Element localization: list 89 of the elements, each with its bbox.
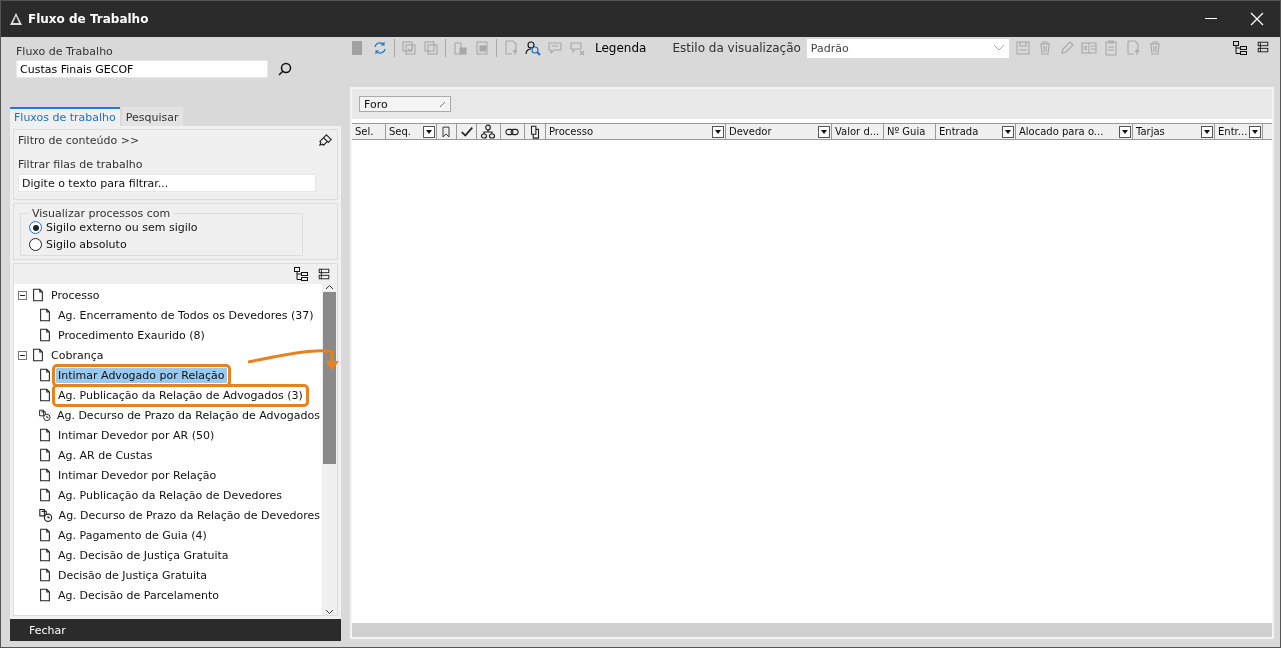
group-by-label[interactable]: Foro — [364, 97, 388, 111]
document-icon — [38, 567, 52, 583]
document-icon — [38, 467, 52, 483]
document-icon — [38, 367, 52, 383]
document-icon — [38, 307, 52, 323]
filter-dropdown[interactable] — [1249, 125, 1261, 138]
scroll-up-icon[interactable] — [325, 284, 334, 290]
user-search-icon[interactable] — [525, 40, 541, 56]
document-icon — [38, 327, 52, 343]
document-icon — [38, 587, 52, 603]
group-by-chip[interactable]: Foro — [359, 96, 451, 112]
document-icon — [38, 487, 52, 503]
filter-dropdown[interactable] — [423, 125, 435, 138]
scrollbar[interactable] — [322, 284, 337, 615]
document-icon — [38, 547, 52, 563]
list-view-icon[interactable] — [317, 267, 331, 281]
tree-item[interactable]: Ag. Encerramento de Todos os Devedores (37) — [56, 307, 316, 323]
bookmark-icon — [440, 124, 452, 139]
scrollbar-thumb[interactable] — [323, 292, 336, 464]
field-label: Fluxo de Trabalho — [16, 45, 114, 58]
column-header[interactable]: Processo — [549, 126, 594, 137]
tab[interactable]: Fluxos de trabalho — [10, 107, 120, 126]
filter-dropdown[interactable] — [1119, 125, 1131, 138]
sort-icon[interactable] — [439, 100, 446, 108]
radio-label[interactable]: Sigilo absoluto — [46, 238, 127, 251]
scroll-down-icon[interactable] — [325, 609, 334, 615]
document-stack-icon — [528, 124, 542, 139]
tree-item[interactable]: Ag. Decisão de Parcelamento — [56, 587, 222, 603]
tree-item[interactable]: Ag. Decisão de Justiça Gratuita — [56, 547, 231, 563]
filter-dropdown[interactable] — [1201, 125, 1213, 138]
column-header[interactable]: Entr... — [1218, 126, 1248, 137]
tree-item[interactable]: Intimar Devedor por AR (50) — [56, 427, 217, 443]
tree-item[interactable]: Processo — [49, 287, 102, 303]
content-filter-toggle[interactable]: Filtro de conteúdo >> — [18, 134, 140, 147]
search-icon[interactable] — [278, 62, 292, 76]
column-header[interactable]: Tarjas — [1136, 126, 1165, 137]
close-text-button[interactable]: Fechar — [10, 619, 341, 641]
tree-item[interactable]: Decisão de Justiça Gratuita — [56, 567, 210, 583]
filter-dropdown[interactable] — [818, 125, 830, 138]
radio-button[interactable] — [29, 238, 42, 251]
column-header[interactable]: Valor d... — [835, 126, 880, 137]
tree-view-icon[interactable] — [293, 266, 309, 282]
minimize-icon[interactable] — [1205, 18, 1217, 20]
legend-button[interactable]: Legenda — [591, 41, 667, 55]
refresh-icon[interactable] — [372, 40, 388, 56]
tree-item[interactable]: Ag. AR de Custas — [56, 447, 155, 463]
column-header[interactable]: Alocado para o... — [1019, 126, 1104, 137]
close-icon[interactable] — [1250, 12, 1264, 26]
document-icon — [31, 347, 45, 363]
radio-label[interactable]: Sigilo externo ou sem sigilo — [46, 221, 198, 234]
column-header[interactable]: Nº Guia — [887, 126, 926, 137]
radio-button[interactable] — [29, 221, 42, 234]
clock-document-icon — [38, 507, 53, 523]
document-icon — [31, 287, 45, 303]
column-header[interactable]: Seq. — [389, 126, 412, 137]
tree-item[interactable]: Intimar Devedor por Relação — [56, 467, 219, 483]
tree-item[interactable]: Ag. Decurso de Prazo da Relação de Advogados — [54, 407, 322, 423]
clock-document-icon — [38, 407, 51, 423]
tab[interactable]: Pesquisar — [121, 107, 183, 126]
collapse-icon[interactable] — [18, 290, 27, 300]
group-label: Visualizar processos com — [31, 207, 172, 220]
tree-view-icon[interactable] — [1232, 40, 1248, 56]
tree-item[interactable]: Ag. Decurso de Prazo da Relação de Devedores — [56, 507, 322, 523]
column-header[interactable]: Devedor — [729, 126, 772, 137]
window-title: Fluxo de Trabalho — [28, 12, 150, 26]
view-style-label: Estilo da visualização — [672, 41, 801, 55]
collapse-icon[interactable] — [18, 350, 27, 360]
column-header[interactable]: Entrada — [939, 126, 979, 137]
tree-item[interactable]: Ag. Pagamento de Guia (4) — [56, 527, 209, 543]
chevron-down-icon — [992, 44, 1005, 52]
document-icon — [38, 447, 52, 463]
app-logo-icon — [9, 12, 23, 26]
list-view-icon[interactable] — [1256, 40, 1270, 54]
filter-field[interactable]: Digite o texto para filtrar... — [18, 174, 316, 192]
document-icon — [38, 387, 52, 403]
column-header[interactable]: Sel. — [355, 126, 374, 137]
document-icon — [38, 527, 52, 543]
tree-item[interactable]: Procedimento Exaurido (8) — [56, 327, 207, 343]
workflow-field[interactable]: Custas Finais GECOF — [16, 60, 268, 78]
filter-dropdown[interactable] — [712, 125, 724, 138]
view-style-select[interactable]: Padrão — [806, 38, 1009, 58]
field-label: Filtrar filas de trabalho — [18, 158, 144, 171]
hierarchy-icon — [480, 124, 496, 139]
checkmark-icon — [460, 124, 474, 139]
brush-icon — [318, 133, 333, 148]
tree-item[interactable]: Cobrança — [49, 347, 106, 363]
tree-item[interactable]: Ag. Publicação da Relação de Devedores — [56, 487, 284, 503]
filter-dropdown[interactable] — [1002, 125, 1014, 138]
document-icon — [38, 427, 52, 443]
